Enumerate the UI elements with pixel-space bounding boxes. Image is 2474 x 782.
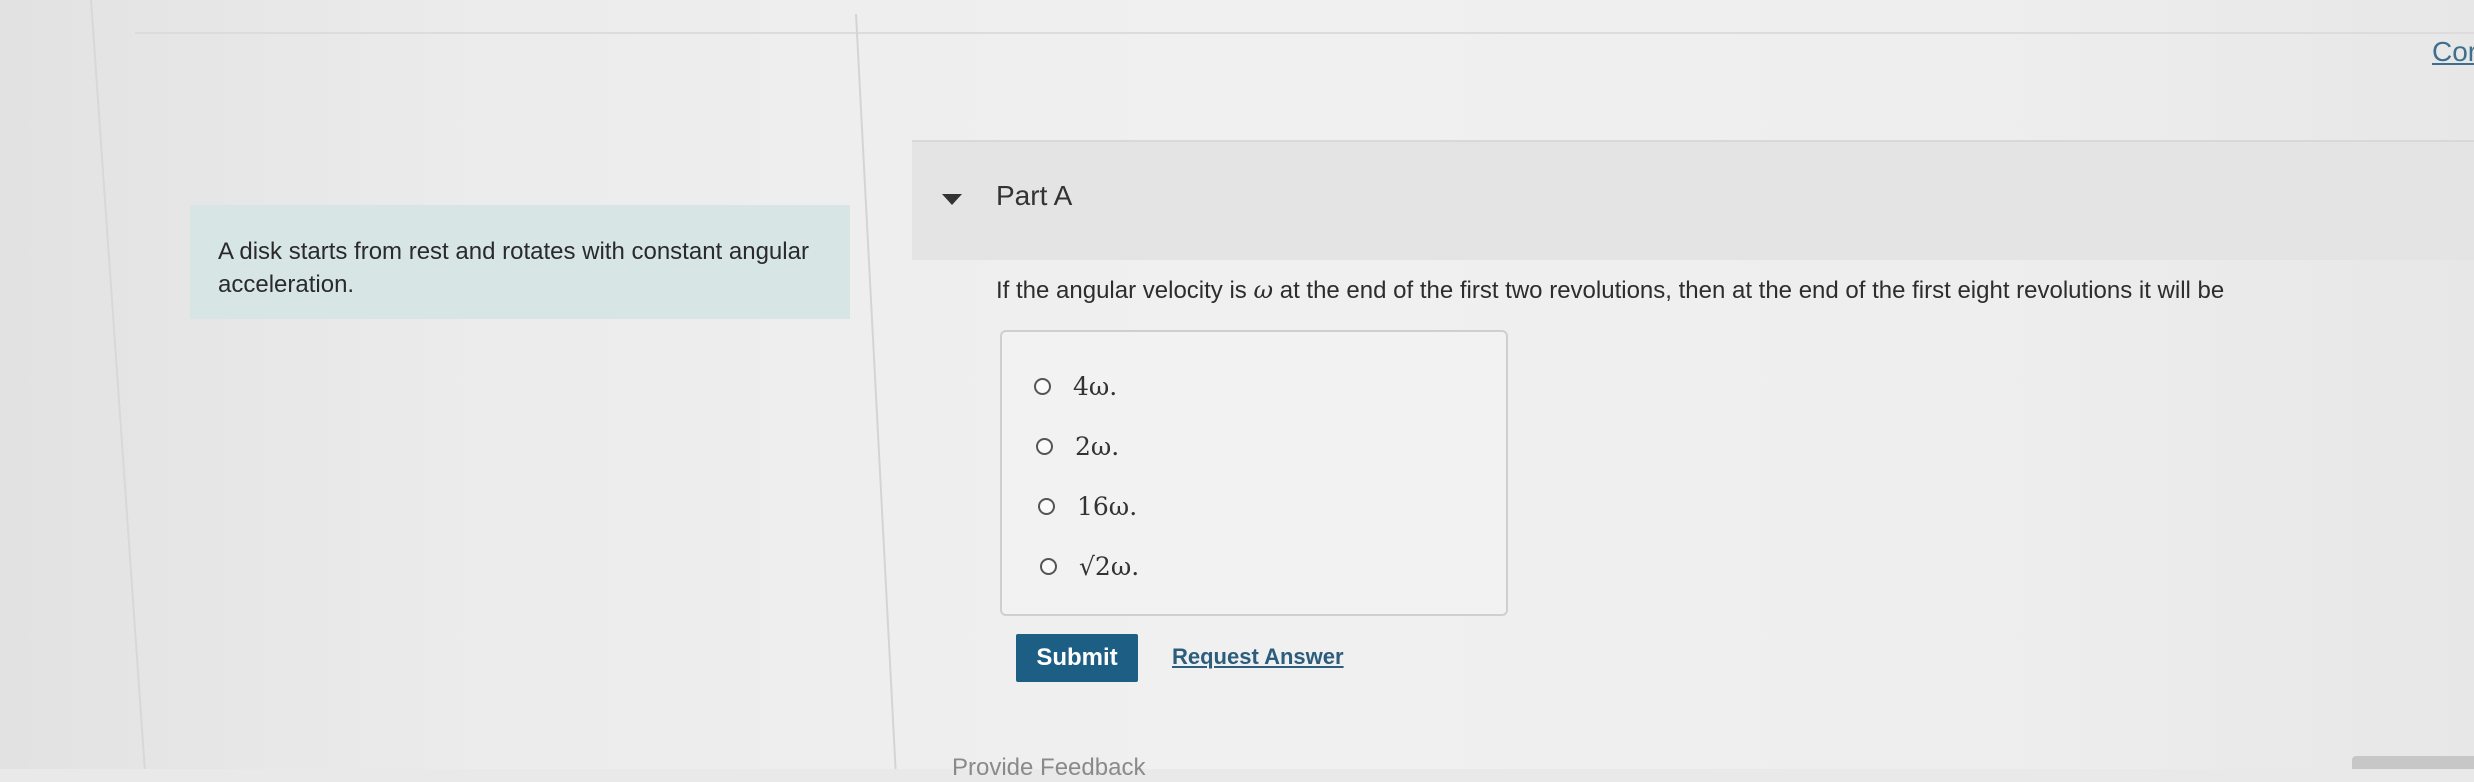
provide-feedback-link[interactable]: Provide Feedback — [952, 754, 1145, 782]
column-divider — [855, 14, 897, 769]
radio-button[interactable] — [1038, 497, 1055, 515]
answer-option[interactable]: 2ω. — [1036, 426, 1119, 466]
caret-down-icon[interactable] — [942, 194, 962, 205]
left-panel-edge — [90, 0, 146, 769]
answer-option-label: √2ω. — [1079, 551, 1140, 581]
bottom-right-button-edge[interactable] — [2352, 756, 2474, 769]
request-answer-link[interactable]: Request Answer — [1172, 644, 1344, 670]
top-divider — [135, 32, 2474, 34]
radio-button[interactable] — [1034, 377, 1051, 395]
question-text-before: If the angular velocity is — [996, 277, 1254, 304]
question-text-after: at the end of the first two revolutions,… — [1273, 277, 2225, 304]
part-title: Part A — [996, 180, 1073, 211]
answer-option[interactable]: 16ω. — [1038, 486, 1137, 526]
answer-option-label: 4ω. — [1073, 371, 1118, 401]
part-a-header[interactable]: Part A — [912, 140, 2474, 260]
answer-option-label: 16ω. — [1077, 491, 1138, 521]
submit-button[interactable]: Submit — [1016, 634, 1138, 682]
page-background: A disk starts from rest and rotates with… — [0, 0, 2474, 781]
top-right-link[interactable]: Cor — [2432, 36, 2474, 68]
question-omega-symbol: ω — [1253, 276, 1274, 304]
answer-options-box: 4ω. 2ω. 16ω. √2ω. — [1000, 330, 1508, 616]
problem-intro-text: A disk starts from rest and rotates with… — [218, 238, 809, 298]
answer-option-label: 2ω. — [1075, 431, 1120, 461]
radio-button[interactable] — [1036, 437, 1053, 455]
problem-intro-panel: A disk starts from rest and rotates with… — [190, 205, 850, 319]
answer-option[interactable]: √2ω. — [1040, 546, 1139, 586]
radio-button[interactable] — [1040, 557, 1057, 575]
question-text: If the angular velocity is ω at the end … — [996, 276, 2224, 305]
answer-option[interactable]: 4ω. — [1034, 366, 1117, 406]
